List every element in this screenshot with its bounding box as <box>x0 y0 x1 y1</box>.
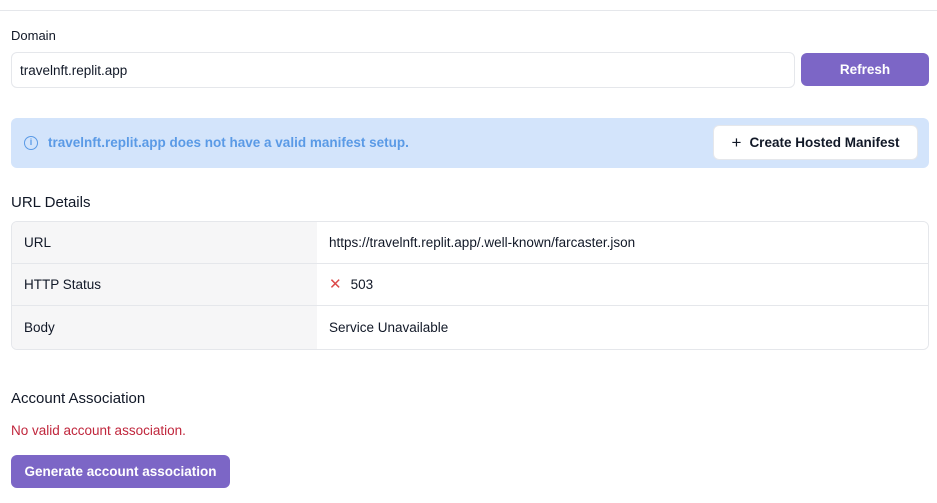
account-association-title: Account Association <box>11 390 146 407</box>
body-value: Service Unavailable <box>317 306 928 349</box>
table-row: HTTP Status ✕ 503 <box>12 264 928 306</box>
table-row: Body Service Unavailable <box>12 306 928 349</box>
alert-message: travelnft.replit.app does not have a val… <box>48 135 409 150</box>
manifest-alert: i travelnft.replit.app does not have a v… <box>11 118 929 168</box>
body-key: Body <box>12 306 317 349</box>
create-hosted-manifest-label: Create Hosted Manifest <box>749 135 900 150</box>
plus-icon: + <box>731 133 742 152</box>
top-divider <box>0 10 937 11</box>
url-value: https://travelnft.replit.app/.well-known… <box>317 222 928 263</box>
url-details-table: URL https://travelnft.replit.app/.well-k… <box>11 221 929 350</box>
generate-account-association-button[interactable]: Generate account association <box>11 455 230 488</box>
http-status-value-cell: ✕ 503 <box>317 264 928 305</box>
table-row: URL https://travelnft.replit.app/.well-k… <box>12 222 928 264</box>
url-key: URL <box>12 222 317 263</box>
refresh-button[interactable]: Refresh <box>801 53 929 86</box>
http-status-key: HTTP Status <box>12 264 317 305</box>
url-details-title: URL Details <box>11 194 91 211</box>
create-hosted-manifest-button[interactable]: + Create Hosted Manifest <box>713 125 918 160</box>
info-icon: i <box>24 136 38 150</box>
http-status-value: 503 <box>350 277 374 292</box>
account-association-error: No valid account association. <box>11 423 186 438</box>
x-icon: ✕ <box>329 276 342 293</box>
domain-label: Domain <box>11 28 56 43</box>
domain-input[interactable] <box>11 52 795 88</box>
